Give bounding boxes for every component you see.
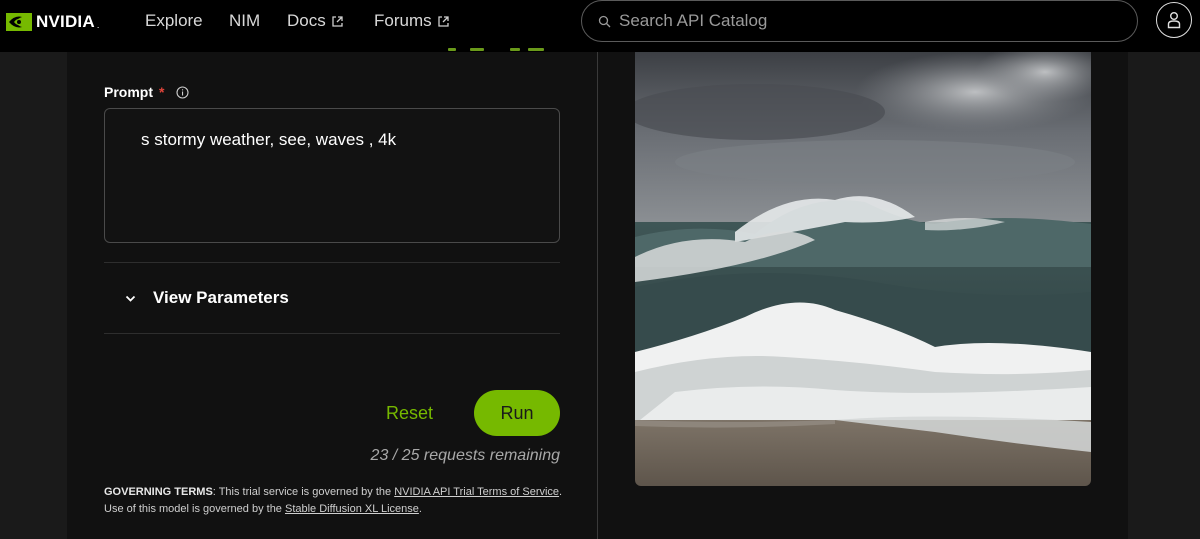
- run-button[interactable]: Run: [474, 390, 560, 436]
- generated-image[interactable]: [635, 52, 1091, 486]
- scrolled-tab-indicator: [448, 48, 548, 52]
- governing-terms: GOVERNING TERMS: This trial service is g…: [104, 484, 564, 518]
- logo-mark: .: [96, 20, 100, 30]
- logo-text: NVIDIA: [36, 12, 95, 31]
- nav-explore-label: Explore: [145, 11, 203, 30]
- sdxl-license-link[interactable]: Stable Diffusion XL License: [285, 503, 419, 515]
- nav-forums-label: Forums: [374, 11, 432, 30]
- terms-text-1: : This trial service is governed by the: [212, 486, 395, 498]
- view-parameters-toggle[interactable]: View Parameters: [104, 262, 560, 334]
- requests-remaining: 23 / 25 requests remaining: [370, 447, 560, 464]
- nvidia-logo[interactable]: NVIDIA .: [6, 12, 99, 32]
- user-icon: [1167, 12, 1181, 29]
- external-link-icon: [437, 15, 449, 27]
- prompt-label-text: Prompt: [104, 84, 153, 100]
- search-input[interactable]: [619, 11, 1099, 31]
- nav-docs[interactable]: Docs: [287, 11, 344, 31]
- info-icon[interactable]: [176, 85, 190, 99]
- prompt-input[interactable]: s stormy weather, see, waves , 4k: [104, 108, 560, 243]
- search-bar[interactable]: [581, 0, 1138, 42]
- nav-explore[interactable]: Explore: [145, 11, 203, 31]
- reset-button[interactable]: Reset: [386, 400, 440, 426]
- nav-docs-label: Docs: [287, 11, 326, 30]
- external-link-icon: [332, 15, 343, 27]
- nav-forums[interactable]: Forums: [374, 11, 450, 31]
- terms-heading: GOVERNING TERMS: [104, 486, 213, 498]
- user-avatar-button[interactable]: [1156, 2, 1192, 38]
- terms-text-3: .: [418, 503, 422, 515]
- nav-nim[interactable]: NIM: [229, 11, 260, 31]
- search-icon: [598, 15, 611, 27]
- prompt-label: Prompt *: [104, 84, 190, 100]
- nav-nim-label: NIM: [229, 11, 261, 30]
- nvidia-eye-icon: [6, 13, 32, 31]
- top-navigation: NVIDIA . Explore NIM Docs Forums: [0, 0, 1200, 52]
- required-mark: *: [159, 84, 165, 100]
- stormy-sea-image: [635, 52, 1091, 486]
- view-parameters-label: View Parameters: [153, 288, 289, 307]
- trial-terms-link[interactable]: NVIDIA API Trial Terms of Service: [394, 486, 559, 498]
- chevron-down-icon: [125, 295, 136, 302]
